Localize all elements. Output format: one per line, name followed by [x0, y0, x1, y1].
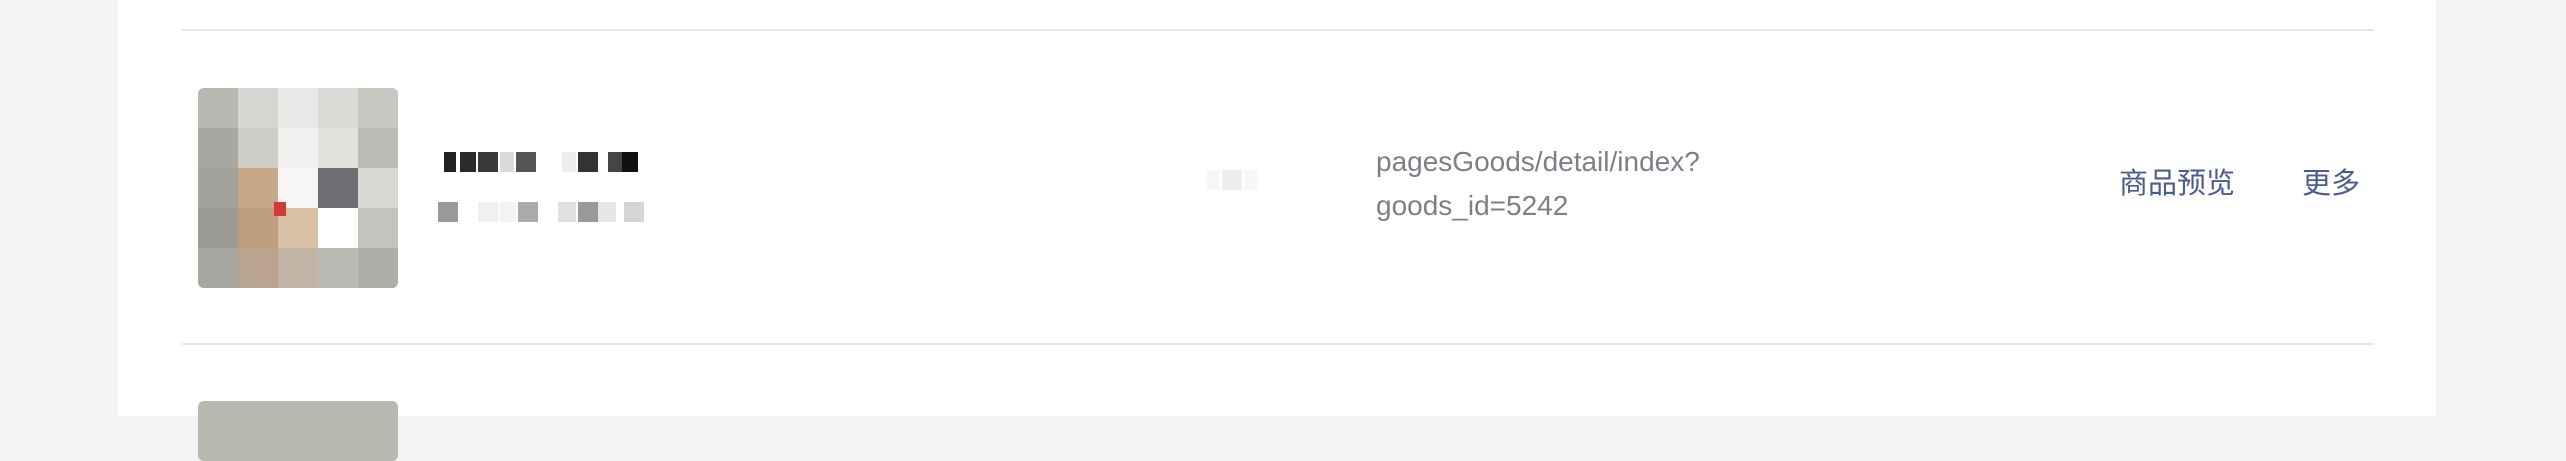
page-path: pagesGoods/detail/index?goods_id=5242	[1376, 146, 1700, 221]
product-thumbnail[interactable]	[198, 88, 398, 288]
goods-row: pagesGoods/detail/index?goods_id=5242 商品…	[118, 0, 2436, 345]
product-thumbnail[interactable]	[198, 401, 398, 461]
more-link[interactable]: 更多	[2302, 164, 2360, 204]
product-info	[1206, 170, 1262, 190]
row-divider	[182, 343, 2374, 345]
preview-goods-link[interactable]: 商品预览	[2119, 164, 2235, 204]
goods-list-panel: pagesGoods/detail/index?goods_id=5242 商品…	[118, 0, 2436, 461]
product-name	[438, 152, 798, 232]
